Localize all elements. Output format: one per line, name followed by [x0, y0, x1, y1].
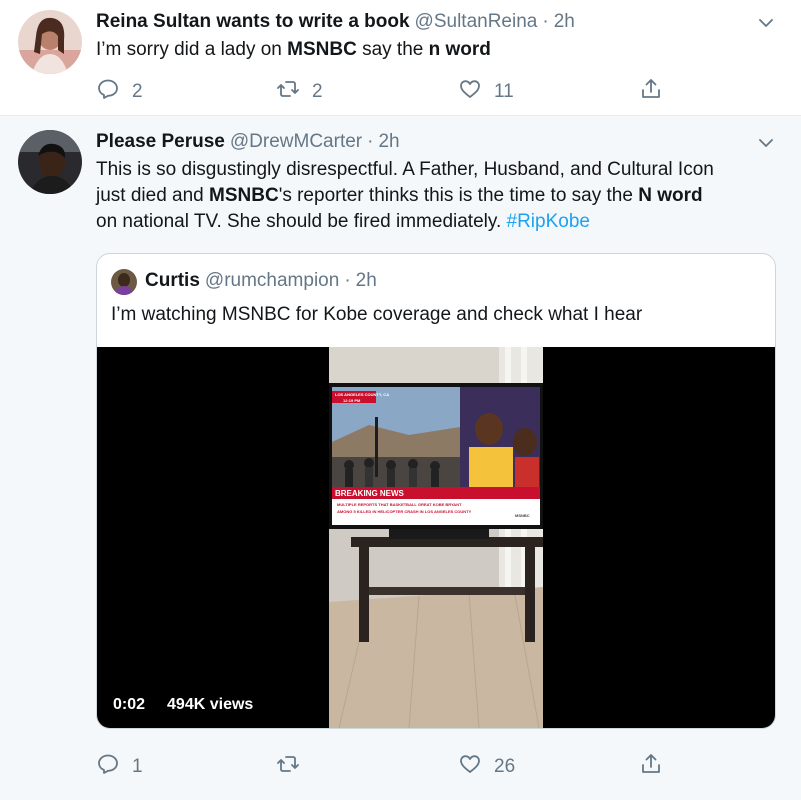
hashtag-link[interactable]: #RipKobe	[507, 211, 590, 232]
tweet[interactable]: Please Peruse @DrewMCarter · 2h This is …	[0, 116, 801, 800]
tv-ticker-line2: AMONG 5 KILLED IN HELICOPTER CRASH IN LO…	[337, 509, 472, 514]
retweet-icon	[276, 752, 312, 782]
timestamp[interactable]: 2h	[378, 131, 399, 153]
tv-banner-text: BREAKING NEWS	[335, 489, 404, 498]
quoted-author-handle[interactable]: @rumchampion	[205, 270, 339, 292]
tweet-actions: 2 2 11	[96, 77, 676, 102]
avatar[interactable]	[18, 130, 82, 194]
author-handle[interactable]: @SultanReina	[415, 11, 538, 33]
like-count: 11	[494, 81, 514, 102]
retweet-count: 2	[312, 81, 323, 102]
reply-count: 2	[132, 81, 143, 102]
reply-count: 1	[132, 756, 143, 777]
avatar[interactable]	[18, 10, 82, 74]
quoted-author-name[interactable]: Curtis	[145, 270, 200, 292]
separator-dot: ·	[542, 11, 549, 32]
video-player[interactable]: LOS ANGELES COUNTY, CA 12:19 PM BREAKING…	[97, 347, 775, 728]
tweet[interactable]: Reina Sultan wants to write a book @Sult…	[0, 0, 801, 116]
like-count: 26	[494, 756, 516, 777]
like-icon	[458, 752, 494, 782]
like-icon	[458, 77, 494, 107]
quoted-text: I’m watching MSNBC for Kobe coverage and…	[111, 304, 643, 325]
chevron-down-icon[interactable]	[757, 14, 775, 32]
like-button[interactable]: 11	[458, 77, 514, 107]
retweet-icon	[276, 77, 312, 107]
author-name[interactable]: Reina Sultan wants to write a book	[96, 11, 410, 33]
tweet-header: Reina Sultan wants to write a book @Sult…	[96, 11, 575, 33]
tv-network-logo-text: MSNBC	[515, 513, 530, 518]
tweet-text: This is so disgustingly disrespectful. A…	[96, 157, 786, 235]
video-meta: 0:02 494K views	[105, 690, 262, 720]
author-name[interactable]: Please Peruse	[96, 131, 225, 153]
tweet-text: I’m sorry did a lady on MSNBC say the n …	[96, 39, 491, 60]
quoted-tweet[interactable]: Curtis @rumchampion · 2h I’m watching MS…	[96, 253, 776, 729]
video-frame: LOS ANGELES COUNTY, CA 12:19 PM BREAKING…	[329, 347, 543, 728]
chevron-down-icon[interactable]	[757, 134, 775, 152]
author-handle[interactable]: @DrewMCarter	[230, 131, 362, 153]
reply-button[interactable]: 1	[96, 752, 143, 782]
reply-button[interactable]: 2	[96, 77, 143, 107]
tweet-text-line: This is so disgustingly disrespectful. A…	[96, 159, 714, 180]
video-duration: 0:02	[105, 690, 154, 720]
timestamp[interactable]: 2h	[554, 11, 575, 33]
tv-ticker-line1: MULTIPLE REPORTS THAT BASKETBALL GREAT K…	[337, 502, 462, 507]
tweet-text-line: just died and MSNBC's reporter thinks th…	[96, 185, 703, 206]
retweet-button[interactable]: 2	[276, 77, 323, 107]
video-views: 494K views	[159, 690, 262, 720]
separator-dot: ·	[344, 270, 351, 291]
like-button[interactable]: 26	[458, 752, 515, 782]
share-icon	[639, 77, 675, 107]
quoted-timestamp[interactable]: 2h	[356, 270, 377, 292]
reply-icon	[96, 77, 132, 107]
tweet-header: Please Peruse @DrewMCarter · 2h	[96, 131, 400, 153]
share-button[interactable]	[639, 77, 675, 107]
tweet-text-line: on national TV. She should be fired imme…	[96, 211, 590, 232]
quoted-avatar[interactable]	[111, 269, 137, 295]
tweet-actions: 1 26	[96, 752, 676, 777]
quoted-header: Curtis @rumchampion · 2h	[145, 270, 377, 292]
separator-dot: ·	[367, 131, 374, 152]
reply-icon	[96, 752, 132, 782]
tv-clock-text: 12:19 PM	[343, 398, 361, 403]
share-button[interactable]	[639, 752, 675, 782]
share-icon	[639, 752, 675, 782]
retweet-button[interactable]	[276, 752, 312, 782]
tv-location-text: LOS ANGELES COUNTY, CA	[335, 392, 390, 397]
